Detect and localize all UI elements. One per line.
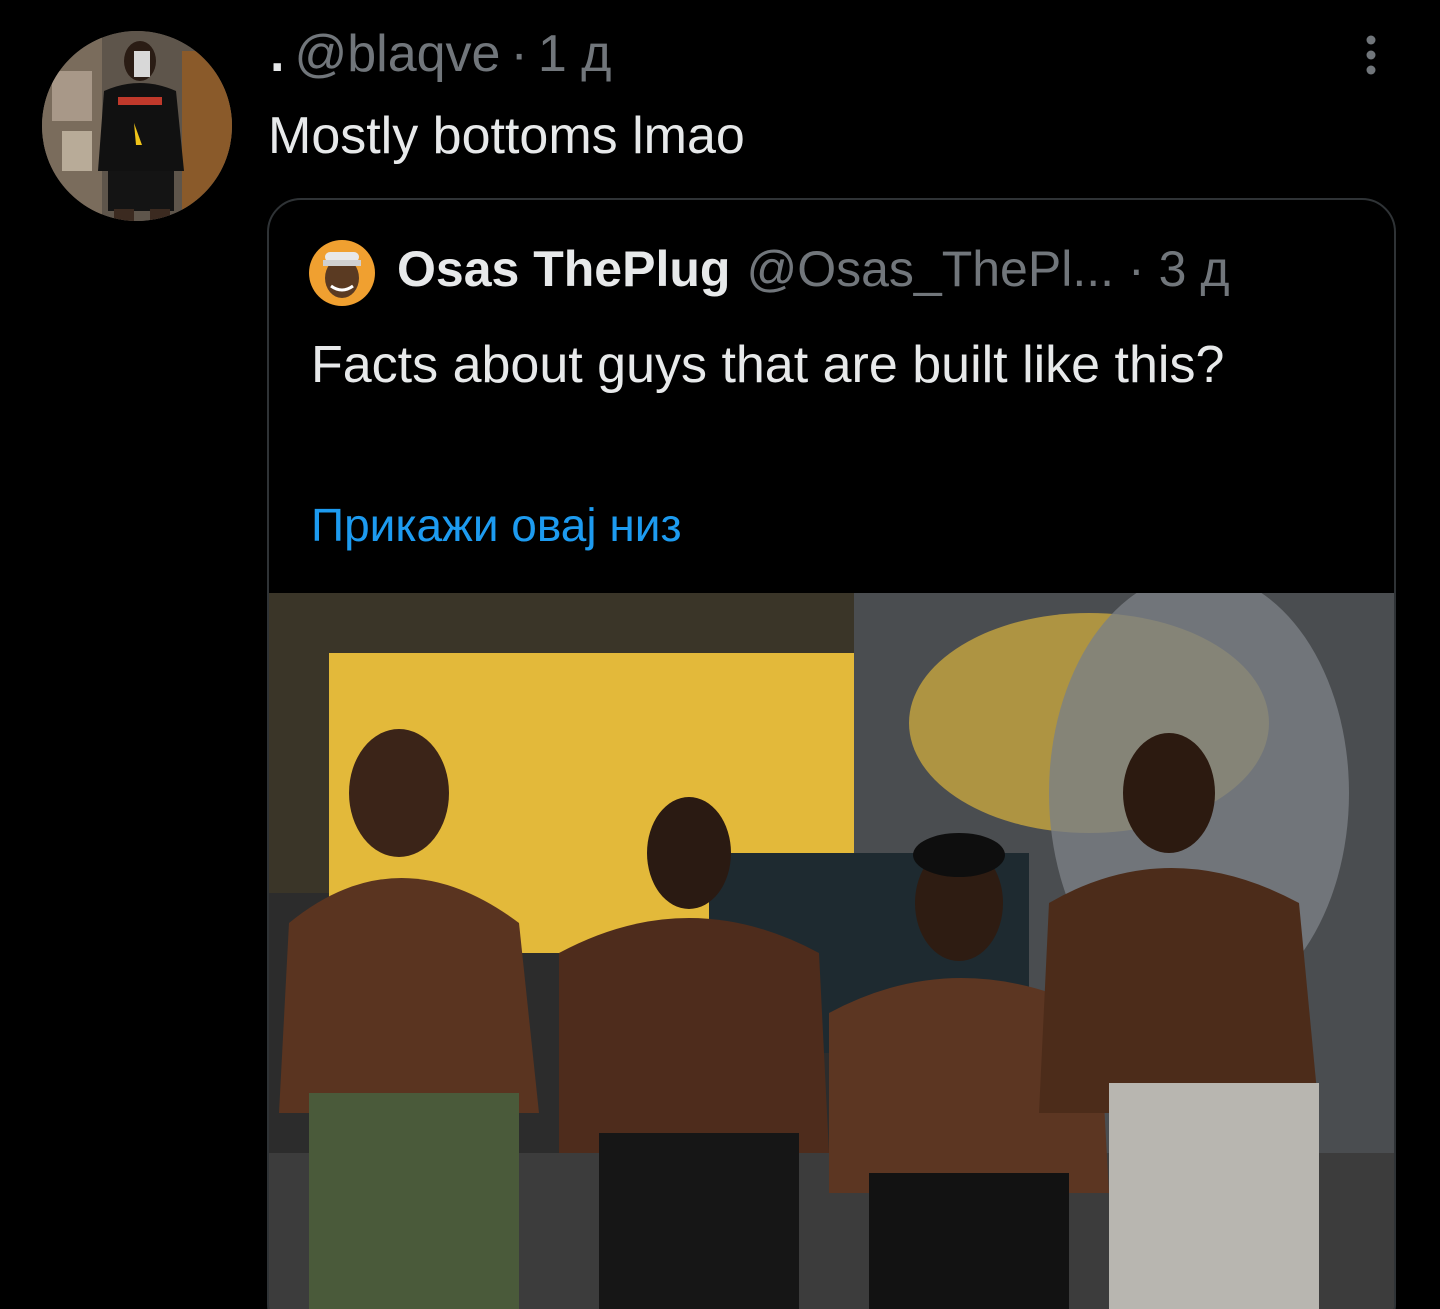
quoted-tweet-photo[interactable]	[269, 593, 1394, 1309]
tweet-text: Mostly bottoms lmao	[268, 107, 745, 165]
quoted-tweet-header: Osas ThePlug @Osas_ThePl... · 3 д	[397, 240, 1230, 298]
quoted-tweet-text: Facts about guys that are built like thi…	[311, 336, 1225, 394]
quoted-author-display-name[interactable]: Osas ThePlug	[397, 240, 730, 298]
gym-photo	[269, 593, 1394, 1309]
quoted-tweet-timestamp[interactable]: 3 д	[1159, 240, 1230, 298]
quoted-author-avatar[interactable]	[309, 240, 375, 306]
tweet[interactable]: . @blaqve · 1 д Mostly bottoms lmao Osas…	[0, 0, 1440, 1309]
quoted-avatar-photo	[309, 240, 375, 306]
tweet-header: . @blaqve · 1 д	[270, 24, 612, 84]
author-avatar[interactable]	[42, 31, 232, 221]
quoted-author-handle[interactable]: @Osas_ThePl...	[746, 240, 1114, 298]
avatar-photo	[42, 31, 232, 221]
author-handle[interactable]: @blaqve	[294, 24, 500, 84]
author-display-name[interactable]: .	[270, 24, 284, 84]
tweet-timestamp[interactable]: 1 д	[538, 24, 612, 84]
show-thread-link[interactable]: Прикажи овај низ	[311, 498, 682, 552]
quoted-header-separator: ·	[1128, 241, 1145, 297]
quoted-tweet[interactable]: Osas ThePlug @Osas_ThePl... · 3 д Facts …	[267, 198, 1396, 1309]
more-vertical-icon[interactable]	[1346, 30, 1396, 80]
header-separator: ·	[510, 25, 528, 83]
